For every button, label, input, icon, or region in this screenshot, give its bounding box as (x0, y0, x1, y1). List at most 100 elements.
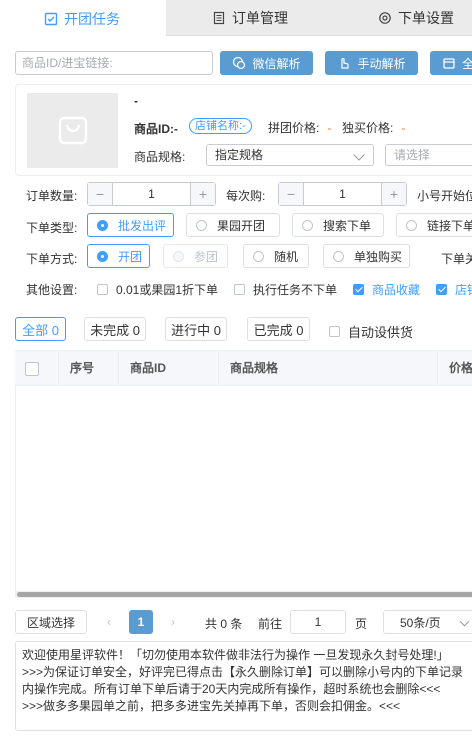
tab-order-management[interactable]: 订单管理 (212, 0, 288, 36)
checkbox-icon (353, 284, 364, 295)
product-image (27, 93, 118, 168)
checkbox-label: 执行任务不下单 (253, 283, 338, 297)
table-body (15, 386, 472, 598)
plus-icon[interactable]: + (382, 183, 406, 205)
plus-icon[interactable]: + (191, 183, 215, 205)
minus-icon[interactable]: − (88, 183, 112, 205)
spec-option-placeholder: 请选择 (394, 148, 431, 162)
checkbox-cheap-order[interactable]: 0.01或果园1折下单 (97, 281, 218, 298)
checkbox-no-order[interactable]: 执行任务不下单 (234, 281, 337, 298)
tab-label: 开团任务 (64, 10, 120, 27)
other-settings-label: 其他设置: (26, 283, 78, 297)
radio-icon (333, 250, 344, 262)
spec-select-value: 指定规格 (215, 148, 264, 162)
product-title: - (134, 94, 138, 108)
spec-select[interactable]: 指定规格 (206, 144, 374, 166)
notice-line: >>>做多多果园单之前，把多多进宝先关掉再下单，否则会扣佣金。<<< (22, 699, 401, 713)
select-all-button[interactable]: 全 (430, 51, 472, 75)
checkbox-label: 商品收藏 (372, 283, 421, 297)
notice-line: 欢迎使用星评软件！「切勿使用本软件做非法行为操作 一旦发现永久封号处理!」 (22, 648, 449, 662)
checkbox-icon (234, 284, 245, 295)
page-size-value: 50条/页 (400, 615, 441, 630)
radio-label: 果园开团 (217, 218, 266, 233)
product-link-input[interactable] (15, 51, 213, 75)
each-buy-stepper[interactable]: − 1 + (278, 182, 407, 206)
column-index: 序号 (59, 351, 119, 386)
order-type-wholesale[interactable]: 批发出评 (87, 213, 174, 237)
product-id-label: 商品ID:- (134, 122, 178, 136)
select-all-cell[interactable] (15, 351, 59, 386)
radio-icon (173, 250, 184, 262)
order-method-tail-label: 下单关 (441, 252, 472, 266)
radio-label: 开团 (118, 249, 143, 264)
radio-icon (196, 219, 207, 231)
page-number-current[interactable]: 1 (129, 610, 153, 634)
checkbox-icon (436, 284, 447, 295)
order-type-link[interactable]: 链接下单 (396, 213, 472, 237)
chevron-down-icon (459, 616, 470, 627)
chevron-down-icon (353, 149, 365, 161)
tab-order-settings[interactable]: 下单设置 (378, 0, 454, 36)
radio-label: 搜索下单 (323, 218, 372, 233)
total-count: 共 0 条 (205, 617, 243, 631)
order-method-open[interactable]: 开团 (87, 244, 150, 268)
notice-log: 欢迎使用星评软件！「切勿使用本软件做非法行为操作 一旦发现永久封号处理!」 >>… (15, 641, 472, 731)
order-type-search[interactable]: 搜索下单 (292, 213, 384, 237)
order-type-orchard[interactable]: 果园开团 (186, 213, 280, 237)
radio-icon (97, 219, 108, 231)
solo-price: 独买价格: - (342, 121, 406, 135)
shopping-bag-icon (58, 116, 88, 145)
select-all-label: 全 (462, 56, 472, 71)
checkbox-label: 店铺 (455, 283, 472, 297)
each-buy-value[interactable]: 1 (303, 183, 382, 205)
cart-icon (443, 58, 455, 69)
checkbox-label: 自动设供货 (348, 325, 414, 340)
page-unit-label: 页 (355, 617, 368, 631)
spec-option-select[interactable]: 请选择 (385, 144, 472, 166)
order-qty-label: 订单数量: (26, 189, 78, 203)
order-qty-value[interactable]: 1 (112, 183, 191, 205)
region-select-button[interactable]: 区域选择 (15, 610, 87, 634)
wechat-parse-label: 微信解析 (252, 56, 301, 71)
group-price: 拼团价格: - (268, 121, 332, 135)
checkbox-favorite-product[interactable]: 商品收藏 (353, 281, 420, 298)
tab-label: 订单管理 (232, 10, 288, 26)
order-method-label: 下单方式: (26, 252, 78, 266)
notice-line: >>>为保证订单安全，好评完已得点击【永久删除订单】可以删除小号内的下单记录 (22, 665, 464, 679)
order-method-solo[interactable]: 单独购买 (323, 244, 410, 268)
wechat-parse-button[interactable]: 微信解析 (220, 51, 313, 75)
goto-page-input[interactable]: 1 (290, 610, 346, 634)
tab-bar: 开团任务 订单管理 下单设置 (0, 0, 472, 37)
order-qty-stepper[interactable]: − 1 + (87, 182, 216, 206)
radio-label: 随机 (274, 249, 299, 264)
filter-completed[interactable]: 已完成 0 (247, 317, 310, 341)
column-product-spec: 商品规格 (219, 351, 438, 386)
manual-parse-button[interactable]: 手动解析 (325, 51, 418, 75)
horizontal-scrollbar[interactable] (15, 591, 472, 598)
checkbox-label: 0.01或果园1折下单 (116, 283, 219, 297)
scrollbar-thumb[interactable] (17, 592, 472, 597)
checkbox-icon (97, 284, 108, 295)
order-method-random[interactable]: 随机 (243, 244, 309, 268)
filter-all[interactable]: 全部 0 (15, 317, 66, 341)
checkbox-auto-supply[interactable]: 自动设供货 (329, 322, 413, 341)
page-size-select[interactable]: 50条/页 (383, 610, 472, 634)
spec-label: 商品规格: (134, 150, 186, 164)
next-page-icon[interactable]: › (161, 610, 185, 634)
filter-in-progress[interactable]: 进行中 0 (165, 317, 227, 341)
minus-icon[interactable]: − (279, 183, 303, 205)
checkbox-icon[interactable] (25, 361, 39, 376)
order-type-label: 下单类型: (26, 221, 78, 235)
prev-page-icon[interactable]: ‹ (97, 610, 121, 634)
filter-incomplete[interactable]: 未完成 0 (84, 317, 146, 341)
column-product-id: 商品ID (119, 351, 219, 386)
notice-line: 内操作完成。所有订单下单后请于20天内完成所有操作，超时系统也会删除<<< (22, 682, 441, 696)
document-list-icon (213, 11, 225, 25)
radio-label: 批发出评 (118, 218, 167, 233)
wechat-icon (233, 56, 246, 70)
radio-label: 链接下单 (427, 218, 472, 233)
radio-icon (302, 219, 313, 231)
tab-group-tasks[interactable]: 开团任务 (0, 0, 166, 37)
checkbox-favorite-shop[interactable]: 店铺 (436, 281, 472, 298)
radio-label: 参团 (194, 249, 219, 264)
